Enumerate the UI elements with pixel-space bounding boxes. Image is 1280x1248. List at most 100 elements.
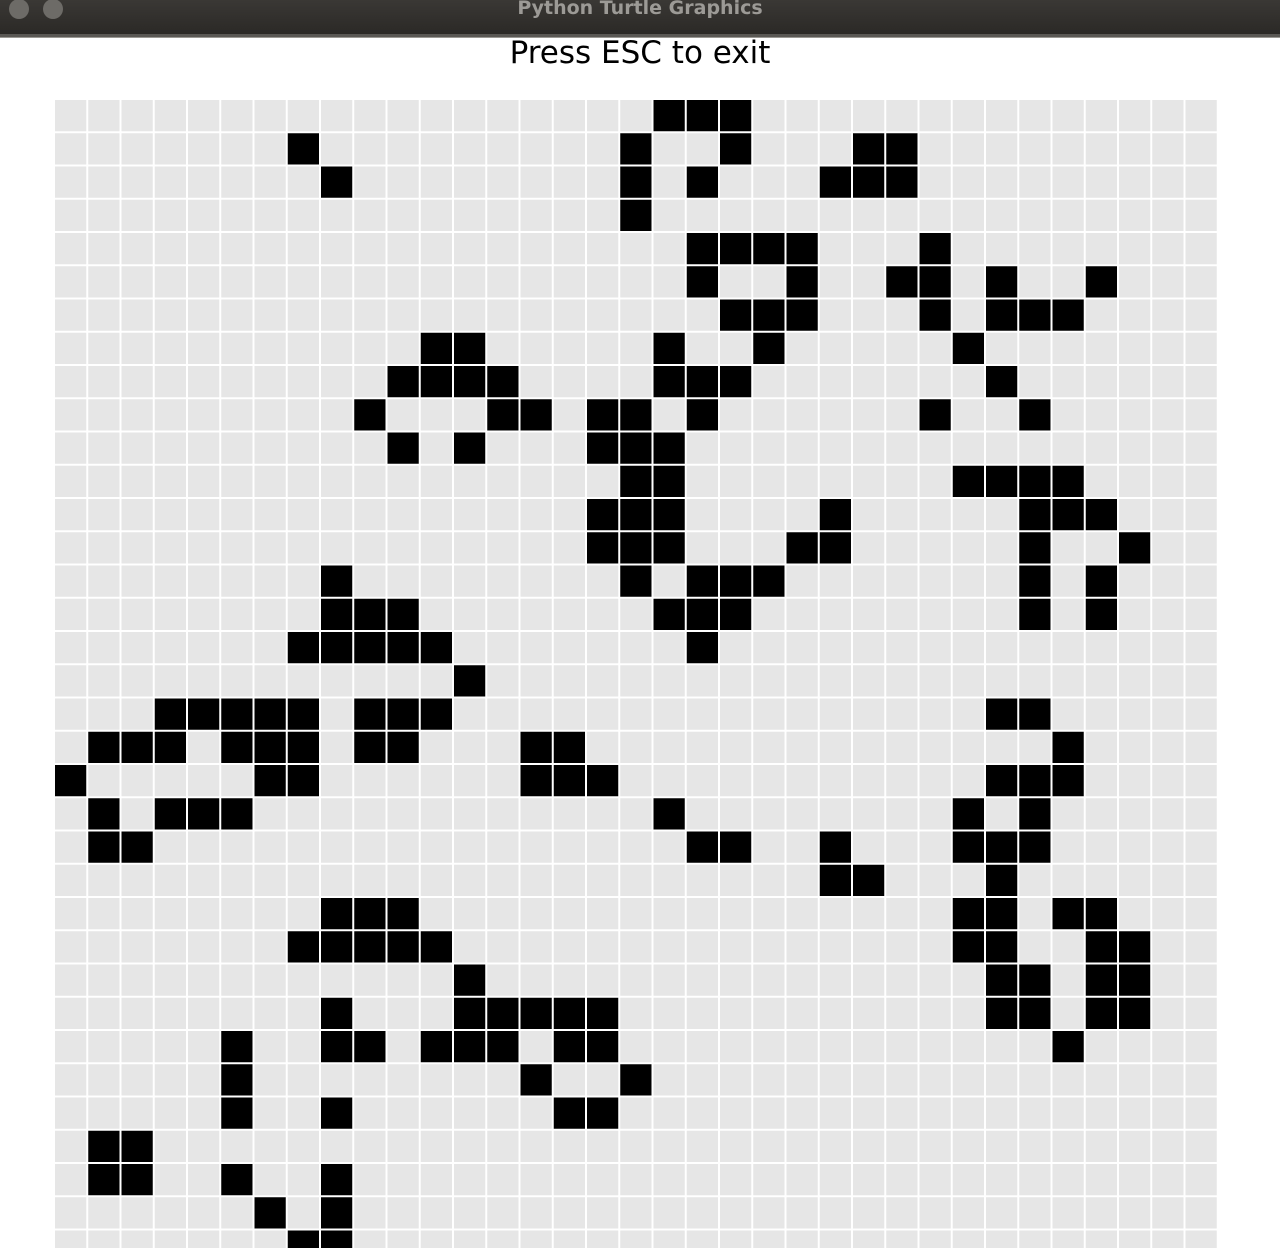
dead-cell: [520, 133, 552, 165]
dead-cell: [121, 199, 153, 231]
dead-cell: [321, 266, 353, 298]
dead-cell: [1119, 399, 1151, 431]
dead-cell: [1119, 1097, 1151, 1129]
dead-cell: [1185, 665, 1217, 697]
dead-cell: [753, 465, 785, 497]
dead-cell: [121, 698, 153, 730]
live-cell: [287, 731, 319, 763]
dead-cell: [886, 765, 918, 797]
live-cell: [1019, 299, 1051, 331]
dead-cell: [1085, 100, 1117, 132]
dead-cell: [287, 366, 319, 398]
dead-cell: [520, 698, 552, 730]
dead-cell: [154, 332, 186, 364]
live-cell: [952, 465, 984, 497]
live-cell: [387, 432, 419, 464]
dead-cell: [1052, 332, 1084, 364]
dead-cell: [1152, 931, 1184, 963]
life-grid: [55, 100, 1219, 1248]
dead-cell: [1052, 831, 1084, 863]
dead-cell: [720, 465, 752, 497]
dead-cell: [254, 199, 286, 231]
dead-cell: [88, 399, 120, 431]
dead-cell: [886, 598, 918, 630]
dead-cell: [254, 1164, 286, 1196]
dead-cell: [420, 432, 452, 464]
dead-cell: [986, 798, 1018, 830]
dead-cell: [587, 798, 619, 830]
dead-cell: [354, 997, 386, 1029]
dead-cell: [919, 864, 951, 896]
dead-cell: [454, 831, 486, 863]
dead-cell: [1152, 532, 1184, 564]
dead-cell: [1119, 332, 1151, 364]
dead-cell: [254, 1031, 286, 1063]
dead-cell: [221, 166, 253, 198]
dead-cell: [487, 432, 519, 464]
dead-cell: [1085, 233, 1117, 265]
dead-cell: [553, 964, 585, 996]
dead-cell: [188, 1164, 220, 1196]
dead-cell: [620, 266, 652, 298]
dead-cell: [387, 1130, 419, 1162]
dead-cell: [1119, 1130, 1151, 1162]
dead-cell: [487, 1130, 519, 1162]
dead-cell: [952, 133, 984, 165]
dead-cell: [1019, 632, 1051, 664]
dead-cell: [55, 665, 87, 697]
dead-cell: [1152, 332, 1184, 364]
dead-cell: [254, 133, 286, 165]
dead-cell: [886, 399, 918, 431]
live-cell: [454, 964, 486, 996]
dead-cell: [886, 1164, 918, 1196]
live-cell: [88, 831, 120, 863]
dead-cell: [55, 100, 87, 132]
dead-cell: [1185, 931, 1217, 963]
dead-cell: [487, 233, 519, 265]
dead-cell: [786, 632, 818, 664]
dead-cell: [986, 632, 1018, 664]
dead-cell: [587, 565, 619, 597]
live-cell: [1119, 997, 1151, 1029]
live-cell: [321, 632, 353, 664]
dead-cell: [321, 432, 353, 464]
dead-cell: [221, 1230, 253, 1248]
dead-cell: [420, 465, 452, 497]
dead-cell: [653, 765, 685, 797]
dead-cell: [653, 299, 685, 331]
dead-cell: [587, 665, 619, 697]
dead-cell: [55, 199, 87, 231]
dead-cell: [88, 765, 120, 797]
dead-cell: [720, 931, 752, 963]
dead-cell: [254, 1064, 286, 1096]
dead-cell: [620, 1197, 652, 1229]
dead-cell: [620, 997, 652, 1029]
dead-cell: [121, 133, 153, 165]
dead-cell: [188, 1031, 220, 1063]
dead-cell: [686, 465, 718, 497]
dead-cell: [1185, 831, 1217, 863]
dead-cell: [1185, 499, 1217, 531]
dead-cell: [753, 100, 785, 132]
dead-cell: [254, 332, 286, 364]
live-cell: [620, 166, 652, 198]
live-cell: [553, 731, 585, 763]
dead-cell: [55, 1130, 87, 1162]
dead-cell: [753, 632, 785, 664]
dead-cell: [786, 100, 818, 132]
dead-cell: [387, 332, 419, 364]
live-cell: [321, 565, 353, 597]
dead-cell: [354, 964, 386, 996]
live-cell: [686, 831, 718, 863]
dead-cell: [254, 1097, 286, 1129]
dead-cell: [321, 399, 353, 431]
live-cell: [387, 731, 419, 763]
live-cell: [986, 864, 1018, 896]
dead-cell: [254, 100, 286, 132]
live-cell: [387, 931, 419, 963]
dead-cell: [986, 1164, 1018, 1196]
dead-cell: [686, 1197, 718, 1229]
live-cell: [254, 765, 286, 797]
live-cell: [354, 1031, 386, 1063]
dead-cell: [487, 299, 519, 331]
